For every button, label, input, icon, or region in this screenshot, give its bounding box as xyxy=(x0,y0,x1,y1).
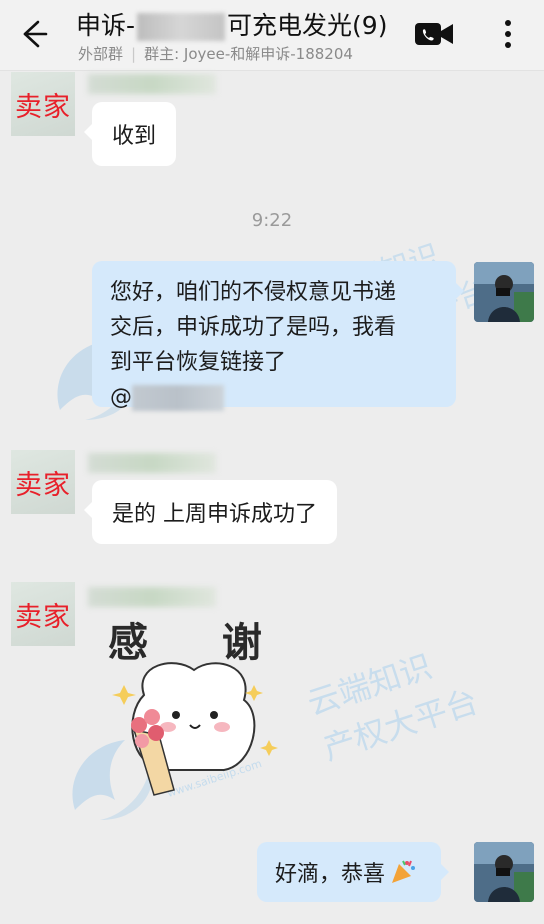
puppy-sticker-icon xyxy=(112,662,278,796)
member-count: (9) xyxy=(352,11,388,40)
my-avatar[interactable] xyxy=(474,842,534,902)
group-owner-label: 群主: Joyee-和解申诉-188204 xyxy=(144,45,353,63)
party-popper-icon xyxy=(392,860,416,883)
message-bubble-received[interactable]: 是的 上周申诉成功了 xyxy=(84,480,337,544)
message-bubble-received[interactable]: 收到 xyxy=(83,102,177,166)
seller-avatar[interactable]: 卖家 xyxy=(11,582,75,646)
message-bubble-sent[interactable]: 您好，咱们的不侵权意见书递交后，申诉成功了是吗，我看到平台恢复链接了 @ xyxy=(92,261,464,411)
back-arrow-icon[interactable] xyxy=(14,16,50,52)
watermark-text-bottom-2: 产权大平台 xyxy=(318,682,483,768)
seller-avatar[interactable]: 卖家 xyxy=(11,450,75,514)
seller-avatar-label: 卖家 xyxy=(15,601,71,633)
sent-message-text: 您好，咱们的不侵权意见书递交后，申诉成功了是吗，我看到平台恢复链接了 @ xyxy=(110,275,410,415)
group-type-label: 外部群 xyxy=(78,45,124,63)
mention-redacted xyxy=(132,385,224,411)
seller-avatar-label: 卖家 xyxy=(15,469,71,501)
message-timestamp: 9:22 xyxy=(251,210,293,231)
chat-header: 申诉- 可充电发光(9) 外部群 | 群主: Joyee-和解申诉-188204 xyxy=(0,0,544,71)
message-bubble-sent[interactable]: 好滴，恭喜 xyxy=(257,842,450,902)
seller-avatar-label: 卖家 xyxy=(15,91,71,123)
my-avatar[interactable] xyxy=(474,262,534,322)
chat-subtitle: 外部群 | 群主: Joyee-和解申诉-188204 xyxy=(78,43,398,64)
seller-avatar[interactable]: 卖家 xyxy=(11,72,75,136)
sender-name-redacted xyxy=(88,453,216,473)
sent-message-body: 好滴，恭喜 xyxy=(275,862,386,887)
sticker-message[interactable]: 感 谢 xyxy=(104,610,284,810)
sent-message-body: 您好，咱们的不侵权意见书递交后，申诉成功了是吗，我看到平台恢复链接了 xyxy=(110,280,397,375)
title-suffix: 可充电发光 xyxy=(227,11,353,40)
sender-name-redacted xyxy=(88,587,216,607)
sender-name-redacted xyxy=(88,74,216,94)
mention-symbol: @ xyxy=(110,385,132,410)
title-redacted xyxy=(137,13,226,41)
more-options-icon[interactable] xyxy=(496,14,520,54)
subtitle-divider: | xyxy=(131,45,137,63)
chat-title: 申诉- 可充电发光(9) xyxy=(76,6,387,42)
watermark-text-bottom: 云端知识 xyxy=(302,647,437,723)
title-prefix: 申诉- xyxy=(76,11,136,40)
avatar-photo-icon xyxy=(474,262,534,322)
avatar-photo-icon xyxy=(474,842,534,902)
video-call-icon[interactable] xyxy=(414,20,454,48)
